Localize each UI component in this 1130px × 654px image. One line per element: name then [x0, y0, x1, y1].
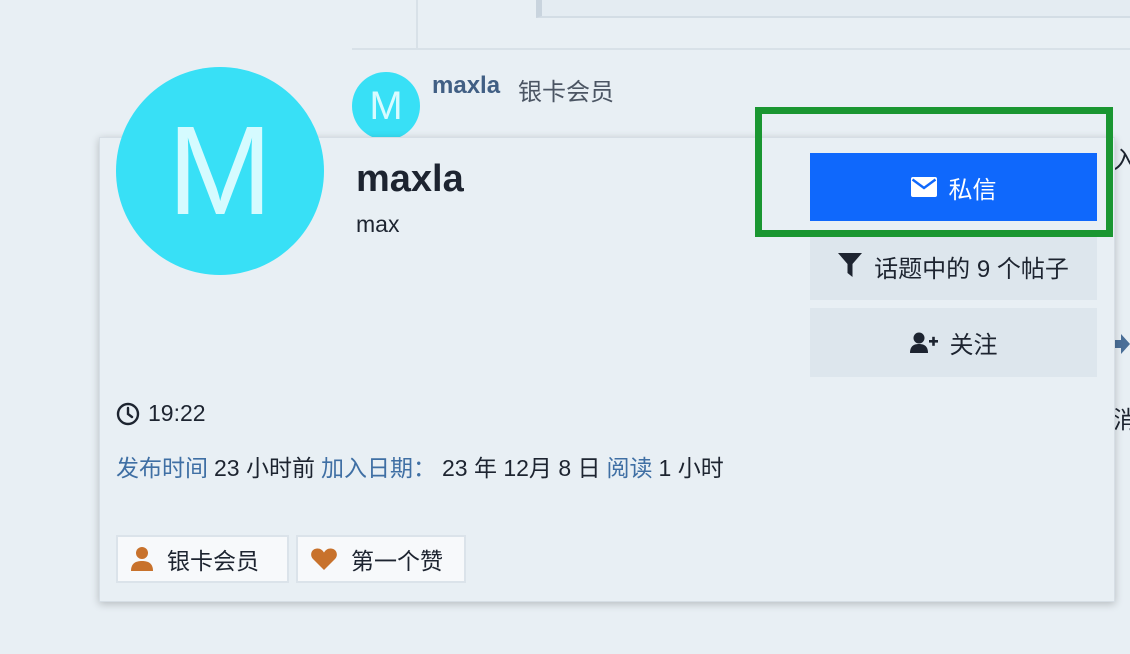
- background-divider: [416, 0, 418, 50]
- posted-value[interactable]: 23 小时前: [214, 455, 315, 481]
- clock-icon: [116, 402, 140, 426]
- background-text-fragment: 消: [1113, 407, 1130, 434]
- post-author-avatar[interactable]: M: [352, 72, 420, 140]
- posted-label: 发布时间: [116, 455, 208, 481]
- user-card-avatar[interactable]: M: [116, 67, 324, 275]
- user-icon: [131, 547, 153, 571]
- badge-first-like[interactable]: 第一个赞: [296, 535, 466, 583]
- background-top-panel: [536, 0, 1130, 18]
- envelope-icon: [910, 177, 937, 197]
- background-divider: [352, 48, 1130, 50]
- send-message-label: 私信: [948, 176, 997, 204]
- filter-icon: [838, 253, 863, 279]
- filter-topic-posts-label: 话题中的 9 个帖子: [874, 255, 1069, 283]
- joined-label: 加入日期：: [320, 455, 436, 481]
- user-card-name: max: [356, 211, 400, 237]
- send-message-button[interactable]: 私信: [810, 153, 1097, 221]
- heart-icon: [311, 548, 337, 570]
- read-label: 阅读: [606, 455, 653, 481]
- filter-topic-posts-button[interactable]: 话题中的 9 个帖子: [810, 232, 1097, 300]
- read-value: 1 小时: [658, 455, 724, 481]
- post-author-title: 银卡会员: [518, 79, 614, 106]
- user-meta-row: 发布时间 23 小时前 加入日期： 23 年 12月 8 日阅读 1 小时: [116, 449, 724, 483]
- post-author-name[interactable]: maxla: [432, 72, 500, 100]
- local-time-value: 19:22: [148, 400, 206, 426]
- follow-label: 关注: [949, 332, 998, 359]
- user-card-username[interactable]: maxla: [356, 158, 464, 201]
- badge-label: 银卡会员: [167, 548, 259, 574]
- local-time: 19:22: [116, 400, 206, 427]
- user-plus-icon: [909, 332, 938, 354]
- badge-silver-member[interactable]: 银卡会员: [116, 535, 289, 583]
- background-text-fragment: 入: [1113, 147, 1130, 174]
- badge-label: 第一个赞: [351, 548, 443, 574]
- background-arrow-icon: [1114, 333, 1130, 361]
- follow-button[interactable]: 关注: [810, 308, 1097, 377]
- joined-value: 23 年 12月 8 日: [441, 455, 601, 481]
